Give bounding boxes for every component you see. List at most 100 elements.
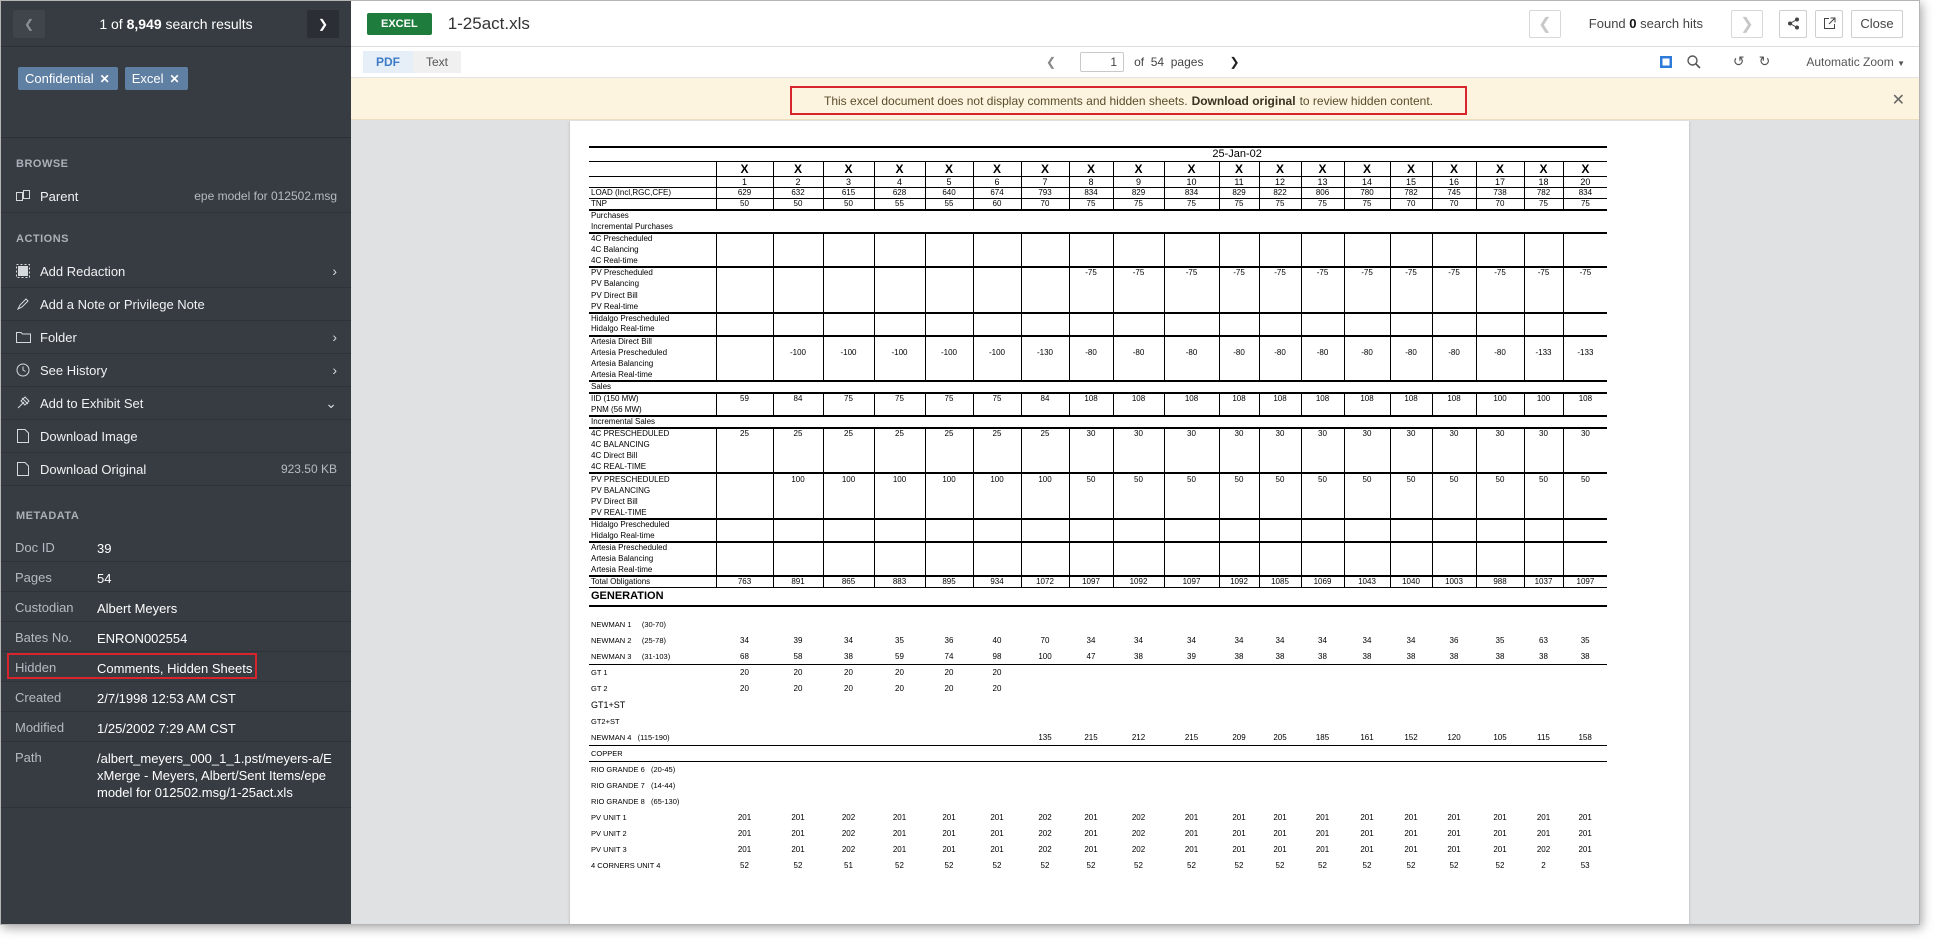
action-download-image[interactable]: Download Image [1, 420, 351, 453]
tab-pdf[interactable]: PDF [363, 51, 413, 73]
sheet-cell [1343, 255, 1390, 268]
sheet-cell: 50 [1112, 472, 1164, 485]
sheet-cell: 201 [990, 844, 1004, 854]
sheet-cell: 8 [1068, 175, 1113, 188]
sheet-cell: 75 [1218, 198, 1259, 211]
document-viewport[interactable]: 25-Jan-02 X X X X X X X X X X X X X X X X X X X 1 2 3 4 5 6 7 8 9 10 1… [351, 121, 1919, 924]
close-banner-icon[interactable]: ✕ [1892, 90, 1905, 110]
rotate-left-icon[interactable]: ↺ [1733, 53, 1745, 70]
sheet-cell [773, 222, 823, 233]
sheet-cell: 161 [1360, 732, 1374, 742]
sheet-cell [1113, 794, 1164, 810]
sheet-cell: 201 [1404, 844, 1418, 854]
sheet-cell [1475, 450, 1524, 463]
sheet-cell [772, 334, 823, 347]
sheet-cell [1163, 358, 1219, 370]
action-download-original[interactable]: Download Original 923.50 KB [1, 453, 351, 486]
sheet-cell: 201 [737, 844, 752, 854]
action-add-redaction[interactable]: Add Redaction › [1, 255, 351, 288]
sheet-cell: 1043 [1343, 575, 1390, 588]
sheet-cell [972, 507, 1021, 520]
sheet-cell [1259, 714, 1301, 730]
download-original-link[interactable]: Download original [1192, 94, 1296, 108]
close-button[interactable]: Close [1851, 9, 1903, 38]
sheet-cell [822, 496, 874, 508]
sheet-cell [1524, 606, 1563, 617]
sheet-cell: 201 [1273, 812, 1287, 822]
action-add-to-exhibit-set[interactable]: Add to Exhibit Set ⌄ [1, 387, 351, 420]
sheet-cell: 52 [1318, 860, 1327, 870]
sheet-cell: 52 [992, 860, 1002, 870]
sheet-cell [715, 369, 773, 382]
sheet-cell [1259, 664, 1301, 681]
sheet-cell [1021, 697, 1069, 714]
sheet-cell: 201 [1447, 828, 1461, 838]
action-see-history[interactable]: See History › [1, 354, 351, 387]
sheet-cell [1068, 484, 1113, 497]
next-result-button[interactable]: ❯ [307, 9, 339, 38]
document-viewer-window: ❮ 1 of 8,949 search results ❯ Confidenti… [0, 0, 1920, 925]
sheet-cell [1113, 697, 1164, 714]
sheet-cell [973, 209, 1021, 222]
sheet-cell: 25 [1020, 426, 1069, 440]
chevron-down-icon: ⌄ [325, 394, 337, 411]
sheet-cell [874, 761, 925, 778]
sheet-cell: 30 [1389, 426, 1432, 440]
sheet-cell [822, 311, 874, 325]
row-label: Hidalgo Prescheduled [589, 518, 716, 531]
tag-chip-confidential[interactable]: Confidential ✕ [18, 67, 118, 90]
sheet-cell [1219, 380, 1259, 394]
sheet-cell: X [972, 161, 1021, 176]
sheet-cell: 25 [924, 426, 973, 440]
sheet-cell [1113, 209, 1164, 222]
sheet-cell [1112, 232, 1164, 245]
sheet-cell [1068, 530, 1113, 542]
tab-text[interactable]: Text [413, 51, 462, 73]
sheet-cell [1112, 564, 1164, 576]
previous-page-icon[interactable]: ❮ [1046, 55, 1056, 69]
sheet-cell [1389, 232, 1432, 245]
sheet-cell: 632 [772, 186, 823, 199]
sheet-cell [1431, 496, 1476, 508]
sheet-cell [1163, 334, 1219, 347]
search-icon[interactable] [1687, 54, 1701, 69]
sheet-cell [1476, 761, 1524, 778]
sheet-row: Total Obligations 763 891 865 883 895 934 1072 1… [589, 575, 1608, 588]
parent-value[interactable]: epe model for 012502.msg [194, 189, 337, 203]
select-tool-icon[interactable] [1659, 55, 1673, 69]
next-hit-button[interactable]: ❯ [1731, 9, 1763, 38]
results-suffix: search results [161, 15, 253, 32]
action-add-note[interactable]: Add a Note or Privilege Note [1, 288, 351, 321]
metadata-key: Doc ID [15, 540, 55, 555]
previous-hit-button[interactable]: ❮ [1528, 9, 1561, 38]
remove-tag-icon[interactable]: ✕ [100, 72, 110, 86]
sheet-cell [1259, 414, 1301, 428]
sheet-cell [1300, 540, 1344, 554]
open-external-button[interactable] [1815, 9, 1843, 38]
share-button[interactable] [1779, 9, 1807, 38]
rotate-right-icon[interactable]: ↻ [1759, 53, 1771, 70]
row-label: Artesia Balancing [591, 359, 654, 369]
sheet-cell [1476, 714, 1524, 730]
zoom-select[interactable]: Automatic Zoom ▼ [1806, 55, 1905, 69]
row-label: Hidalgo Real-time [591, 324, 655, 334]
next-page-icon[interactable]: ❯ [1229, 55, 1239, 69]
sheet-cell [1476, 794, 1524, 810]
sheet-row: Hidalgo Prescheduled [589, 311, 1608, 325]
parent-link[interactable]: Parent epe model for 012502.msg [1, 180, 351, 213]
sheet-cell [1069, 606, 1113, 617]
sheet-cell: 68 [740, 651, 749, 661]
action-folder[interactable]: Folder › [1, 321, 351, 354]
previous-result-button[interactable]: ❮ [13, 9, 45, 38]
row-label: PNM (56 MW) [591, 404, 642, 414]
sheet-cell [715, 507, 773, 520]
sheet-cell [1068, 518, 1113, 531]
sheet-cell [715, 346, 773, 359]
file-type-badge: EXCEL [367, 12, 432, 35]
tag-chip-excel[interactable]: Excel ✕ [124, 67, 188, 90]
sheet-cell [1219, 222, 1259, 233]
remove-tag-icon[interactable]: ✕ [170, 72, 180, 86]
page-number-input[interactable]: 1 [1080, 52, 1125, 72]
document-title: 1-25act.xls [447, 13, 530, 33]
sheet-cell [924, 518, 973, 531]
